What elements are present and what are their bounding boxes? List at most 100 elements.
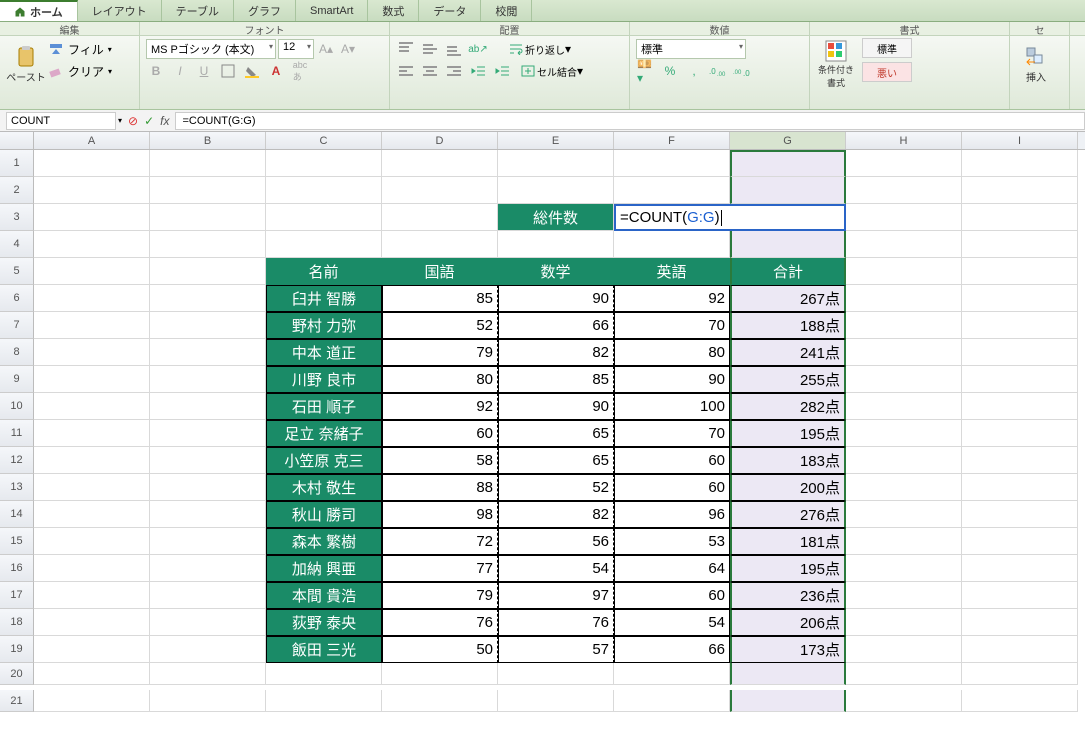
cell-I1[interactable] xyxy=(962,150,1078,177)
row-18-header[interactable]: 18 xyxy=(0,609,34,636)
align-left-button[interactable] xyxy=(396,62,416,80)
cell-D4[interactable] xyxy=(382,231,498,258)
cell-E20[interactable] xyxy=(498,663,614,685)
cell-B8[interactable] xyxy=(150,339,266,366)
cell-I20[interactable] xyxy=(962,663,1078,685)
cell-H6[interactable] xyxy=(846,285,962,312)
col-E[interactable]: E xyxy=(498,132,614,149)
cell-A15[interactable] xyxy=(34,528,150,555)
cell-D16[interactable]: 77 xyxy=(382,555,498,582)
phonetic-button[interactable]: abcあ xyxy=(290,62,310,80)
tab-graph[interactable]: グラフ xyxy=(234,0,296,21)
col-I[interactable]: I xyxy=(962,132,1078,149)
cell-A8[interactable] xyxy=(34,339,150,366)
cell-A9[interactable] xyxy=(34,366,150,393)
cell-G10[interactable]: 282点 xyxy=(730,393,846,420)
cell-D6[interactable]: 85 xyxy=(382,285,498,312)
cell-D10[interactable]: 92 xyxy=(382,393,498,420)
cell-A17[interactable] xyxy=(34,582,150,609)
cell-I3[interactable] xyxy=(962,204,1078,231)
row-6-header[interactable]: 6 xyxy=(0,285,34,312)
cell-G11[interactable]: 195点 xyxy=(730,420,846,447)
cell-F15[interactable]: 53 xyxy=(614,528,730,555)
col-A[interactable]: A xyxy=(34,132,150,149)
style-normal[interactable]: 標準 xyxy=(862,38,912,58)
cell-D3[interactable] xyxy=(382,204,498,231)
cell-D17[interactable]: 79 xyxy=(382,582,498,609)
cell-D20[interactable] xyxy=(382,663,498,685)
cell-G4[interactable] xyxy=(730,231,846,258)
cell-H8[interactable] xyxy=(846,339,962,366)
cell-C2[interactable] xyxy=(266,177,382,204)
cell-F11[interactable]: 70 xyxy=(614,420,730,447)
cell-B7[interactable] xyxy=(150,312,266,339)
row-9-header[interactable]: 9 xyxy=(0,366,34,393)
cell-E12[interactable]: 65 xyxy=(498,447,614,474)
cell-C16[interactable]: 加納 興亜 xyxy=(266,555,382,582)
cell-A1[interactable] xyxy=(34,150,150,177)
cell-C6[interactable]: 臼井 智勝 xyxy=(266,285,382,312)
cell-E19[interactable]: 57 xyxy=(498,636,614,663)
orientation-button[interactable]: ab↗ xyxy=(468,40,488,58)
cell-C20[interactable] xyxy=(266,663,382,685)
cell-C13[interactable]: 木村 敬生 xyxy=(266,474,382,501)
cell-B17[interactable] xyxy=(150,582,266,609)
row-11-header[interactable]: 11 xyxy=(0,420,34,447)
cell-G2[interactable] xyxy=(730,177,846,204)
cell-E2[interactable] xyxy=(498,177,614,204)
cell-B9[interactable] xyxy=(150,366,266,393)
row-19-header[interactable]: 19 xyxy=(0,636,34,663)
cell-A18[interactable] xyxy=(34,609,150,636)
cell-I5[interactable] xyxy=(962,258,1078,285)
cell-D12[interactable]: 58 xyxy=(382,447,498,474)
cell-F7[interactable]: 70 xyxy=(614,312,730,339)
cell-D2[interactable] xyxy=(382,177,498,204)
row-15-header[interactable]: 15 xyxy=(0,528,34,555)
grow-font-button[interactable]: A▴ xyxy=(316,40,336,58)
cell-I18[interactable] xyxy=(962,609,1078,636)
cell-A20[interactable] xyxy=(34,663,150,685)
cell-F3-edit[interactable]: =COUNT(G:G) xyxy=(614,204,846,231)
cell-G12[interactable]: 183点 xyxy=(730,447,846,474)
cell-H20[interactable] xyxy=(846,663,962,685)
align-right-button[interactable] xyxy=(444,62,464,80)
underline-button[interactable]: U xyxy=(194,62,214,80)
wrap-text-button[interactable]: 折り返し▾ xyxy=(504,40,576,58)
col-F[interactable]: F xyxy=(614,132,730,149)
cell-B14[interactable] xyxy=(150,501,266,528)
tab-data[interactable]: データ xyxy=(419,0,481,21)
cell-F19[interactable]: 66 xyxy=(614,636,730,663)
cell-E6[interactable]: 90 xyxy=(498,285,614,312)
cell-B11[interactable] xyxy=(150,420,266,447)
cell-I11[interactable] xyxy=(962,420,1078,447)
cell-H13[interactable] xyxy=(846,474,962,501)
cell-G1[interactable] xyxy=(730,150,846,177)
cell-E4[interactable] xyxy=(498,231,614,258)
align-bottom-button[interactable] xyxy=(444,40,464,58)
cell-H17[interactable] xyxy=(846,582,962,609)
cell-I6[interactable] xyxy=(962,285,1078,312)
cell-G6[interactable]: 267点 xyxy=(730,285,846,312)
cell-D14[interactable]: 98 xyxy=(382,501,498,528)
cell-G20[interactable] xyxy=(730,663,846,685)
cell-F20[interactable] xyxy=(614,663,730,685)
cell-F14[interactable]: 96 xyxy=(614,501,730,528)
cell-F2[interactable] xyxy=(614,177,730,204)
cell-B4[interactable] xyxy=(150,231,266,258)
cell-G15[interactable]: 181点 xyxy=(730,528,846,555)
cell-D19[interactable]: 50 xyxy=(382,636,498,663)
fill-color-button[interactable] xyxy=(242,62,262,80)
cell-G17[interactable]: 236点 xyxy=(730,582,846,609)
cell-A4[interactable] xyxy=(34,231,150,258)
cell-C18[interactable]: 荻野 泰央 xyxy=(266,609,382,636)
cell-E16[interactable]: 54 xyxy=(498,555,614,582)
tab-review[interactable]: 校閲 xyxy=(481,0,532,21)
cell-B21[interactable] xyxy=(150,690,266,712)
row-1-header[interactable]: 1 xyxy=(0,150,34,177)
cell-H18[interactable] xyxy=(846,609,962,636)
percent-button[interactable]: % xyxy=(660,62,680,80)
conditional-format-button[interactable]: 条件付き書式 xyxy=(816,38,856,90)
comma-button[interactable]: , xyxy=(684,62,704,80)
cell-A7[interactable] xyxy=(34,312,150,339)
row-14-header[interactable]: 14 xyxy=(0,501,34,528)
